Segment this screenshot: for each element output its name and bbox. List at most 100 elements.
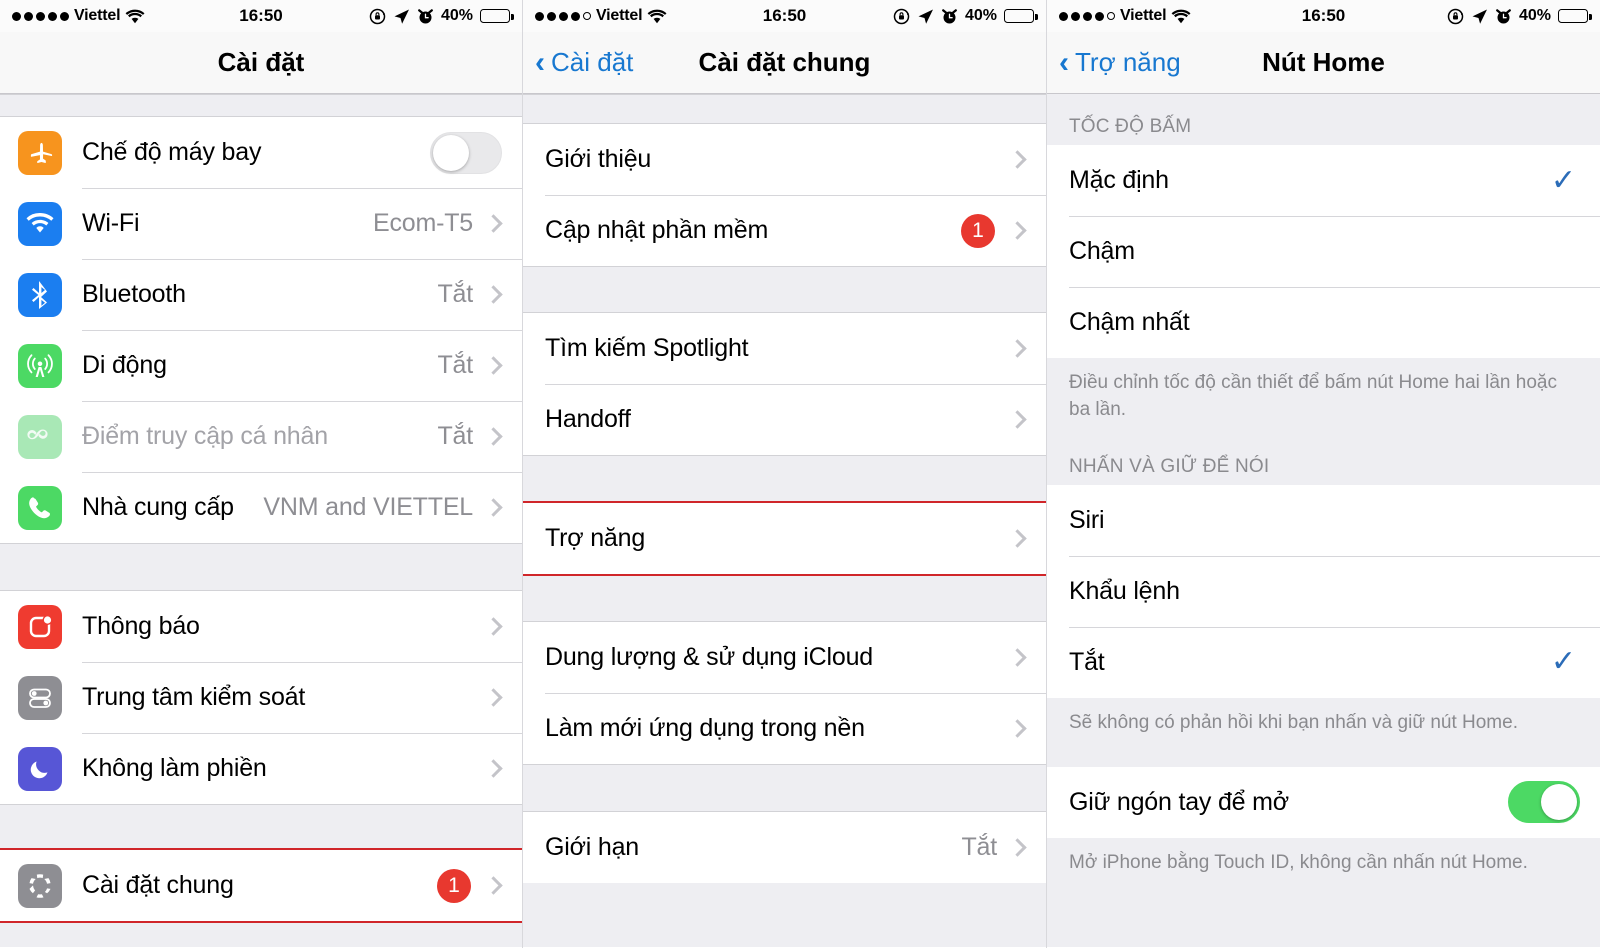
- list-item[interactable]: Nhà cung cấp VNM and VIETTEL: [0, 472, 522, 543]
- list-item-label: Wi-Fi: [82, 209, 140, 237]
- general-group-about: Giới thiệu Cập nhật phần mềm 1: [523, 124, 1046, 266]
- navbar-panel1: Cài đặt: [0, 32, 522, 94]
- sidebar-item-general-settings[interactable]: Cài đặt chung 1: [0, 850, 522, 921]
- list-item[interactable]: Không làm phiền: [0, 733, 522, 804]
- section-header-press-hold-speak: NHẤN VÀ GIỮ ĐỂ NÓI: [1047, 439, 1600, 485]
- chevron-right-icon: [1008, 339, 1027, 358]
- list-bottom-fill: [1047, 892, 1600, 933]
- section-header-press-speed: TỐC ĐỘ BẤM: [1047, 94, 1600, 145]
- chevron-right-icon: [1008, 838, 1027, 857]
- list-top-gap: [0, 94, 522, 117]
- section-gap: [523, 455, 1046, 503]
- panel-home-button: Viettel 16:50 40% ‹ Trợ năng Nút Home TỐ…: [1046, 0, 1600, 948]
- section-footer-rest-finger: Mở iPhone bằng Touch ID, không cần nhấn …: [1047, 837, 1600, 893]
- list-item[interactable]: Giới thiệu: [523, 124, 1046, 195]
- battery-icon: [480, 9, 514, 23]
- rest-finger-to-open-toggle[interactable]: [1508, 781, 1580, 824]
- status-right: 40%: [1345, 7, 1592, 25]
- alarm-clock-icon: [417, 8, 434, 25]
- status-right: 40%: [283, 7, 514, 25]
- list-item-value: Tắt: [437, 422, 473, 450]
- list-item-option[interactable]: Khẩu lệnh: [1047, 555, 1600, 627]
- list-item-label: Giới hạn: [545, 833, 640, 861]
- list-item-toggle[interactable]: Giữ ngón tay để mở: [1047, 766, 1600, 838]
- chevron-right-icon: [1008, 719, 1027, 738]
- list-item[interactable]: Di động Tắt: [0, 330, 522, 401]
- list-item[interactable]: Trung tâm kiểm soát: [0, 662, 522, 733]
- carrier-name: Viettel: [596, 7, 643, 24]
- list-item[interactable]: Chế độ máy bay: [0, 117, 522, 188]
- airplane-icon: [18, 130, 62, 175]
- airplane-mode-toggle[interactable]: [430, 131, 502, 174]
- list-item[interactable]: Handoff: [523, 384, 1046, 455]
- chevron-right-icon: [1008, 410, 1027, 429]
- location-arrow-icon: [1471, 8, 1488, 25]
- list-item[interactable]: Điểm truy cập cá nhân Tắt: [0, 401, 522, 472]
- press-speed-options: Mặc định ✓ Chậm Chậm nhất: [1047, 145, 1600, 358]
- list-item-accessibility[interactable]: Trợ năng: [523, 503, 1046, 574]
- status-right: 40%: [806, 7, 1038, 25]
- chevron-left-icon: ‹: [1059, 45, 1069, 79]
- list-item-option[interactable]: Siri: [1047, 484, 1600, 556]
- carrier-name: Viettel: [1120, 7, 1167, 24]
- list-item-label: Cập nhật phần mềm: [545, 216, 769, 244]
- back-button[interactable]: ‹ Trợ năng: [1047, 47, 1181, 78]
- general-settings-list: Giới thiệu Cập nhật phần mềm 1 Tìm kiếm …: [523, 94, 1046, 947]
- chevron-right-icon: [1008, 221, 1027, 240]
- list-item-option[interactable]: Chậm: [1047, 216, 1600, 287]
- status-bar-panel3: Viettel 16:50 40%: [1047, 0, 1600, 32]
- status-badge: 1: [961, 213, 995, 248]
- navbar-panel2: ‹ Cài đặt Cài đặt chung: [523, 32, 1046, 94]
- list-item-option[interactable]: Chậm nhất: [1047, 287, 1600, 358]
- list-item-option[interactable]: Mặc định ✓: [1047, 145, 1600, 216]
- list-item-label: Di động: [82, 351, 167, 379]
- list-item-label: Dung lượng & sử dụng iCloud: [545, 643, 873, 671]
- three-panel-screenshot: Viettel 16:50 40% Cài đặt Chế độ máy bay…: [0, 0, 1600, 948]
- section-gap: [523, 764, 1046, 812]
- list-item-label: Giữ ngón tay để mở: [1069, 787, 1289, 816]
- settings-group-general-highlighted: Cài đặt chung 1: [0, 848, 522, 923]
- chevron-right-icon: [484, 427, 503, 446]
- home-button-list: TỐC ĐỘ BẤM Mặc định ✓ Chậm Chậm nhất Điề…: [1047, 94, 1600, 947]
- list-item[interactable]: Bluetooth Tắt: [0, 259, 522, 330]
- list-item[interactable]: Tìm kiếm Spotlight: [523, 313, 1046, 384]
- list-item[interactable]: Giới hạn Tắt: [523, 812, 1046, 883]
- status-time: 16:50: [239, 6, 283, 25]
- cellular-icon: [18, 343, 62, 388]
- press-hold-options: Siri Khẩu lệnh Tắt ✓: [1047, 484, 1600, 698]
- bluetooth-icon: [18, 272, 62, 317]
- list-item[interactable]: Làm mới ứng dụng trong nền: [523, 693, 1046, 764]
- list-item-label: Tắt: [1069, 647, 1105, 676]
- list-item[interactable]: Dung lượng & sử dụng iCloud: [523, 622, 1046, 693]
- wifi-icon: [1171, 9, 1191, 24]
- back-button-label: Trợ năng: [1075, 47, 1181, 77]
- general-group-icloud: Dung lượng & sử dụng iCloud Làm mới ứng …: [523, 622, 1046, 764]
- status-left: Viettel: [535, 7, 763, 25]
- section-gap: [0, 543, 522, 591]
- status-badge: 1: [437, 868, 471, 903]
- list-item[interactable]: Cập nhật phần mềm 1: [523, 195, 1046, 266]
- navbar-panel3: ‹ Trợ năng Nút Home: [1047, 32, 1600, 94]
- wifi-icon: [125, 9, 145, 24]
- back-button-label: Cài đặt: [551, 47, 634, 77]
- list-top-gap: [523, 94, 1046, 124]
- list-item-label: Làm mới ứng dụng trong nền: [545, 714, 865, 742]
- list-item-label: Điểm truy cập cá nhân: [82, 422, 328, 450]
- section-footer-press-speed: Điều chỉnh tốc độ cần thiết để bấm nút H…: [1047, 358, 1600, 440]
- checkmark-icon: ✓: [1550, 645, 1576, 679]
- list-item[interactable]: Thông báo: [0, 591, 522, 662]
- list-item-option[interactable]: Tắt ✓: [1047, 626, 1600, 698]
- chevron-right-icon: [1008, 648, 1027, 667]
- list-item[interactable]: Wi-Fi Ecom-T5: [0, 188, 522, 259]
- list-item-label: Handoff: [545, 405, 631, 433]
- rotation-lock-icon: [369, 8, 386, 25]
- list-item-label: Siri: [1069, 505, 1105, 534]
- back-button[interactable]: ‹ Cài đặt: [523, 47, 633, 78]
- chevron-right-icon: [484, 498, 503, 517]
- list-item-value: Ecom-T5: [372, 209, 473, 237]
- list-item-label: Chậm nhất: [1069, 308, 1190, 336]
- chevron-right-icon: [484, 759, 503, 778]
- chevron-right-icon: [1008, 150, 1027, 169]
- list-item-label: Trung tâm kiểm soát: [82, 683, 306, 711]
- chevron-right-icon: [484, 214, 503, 233]
